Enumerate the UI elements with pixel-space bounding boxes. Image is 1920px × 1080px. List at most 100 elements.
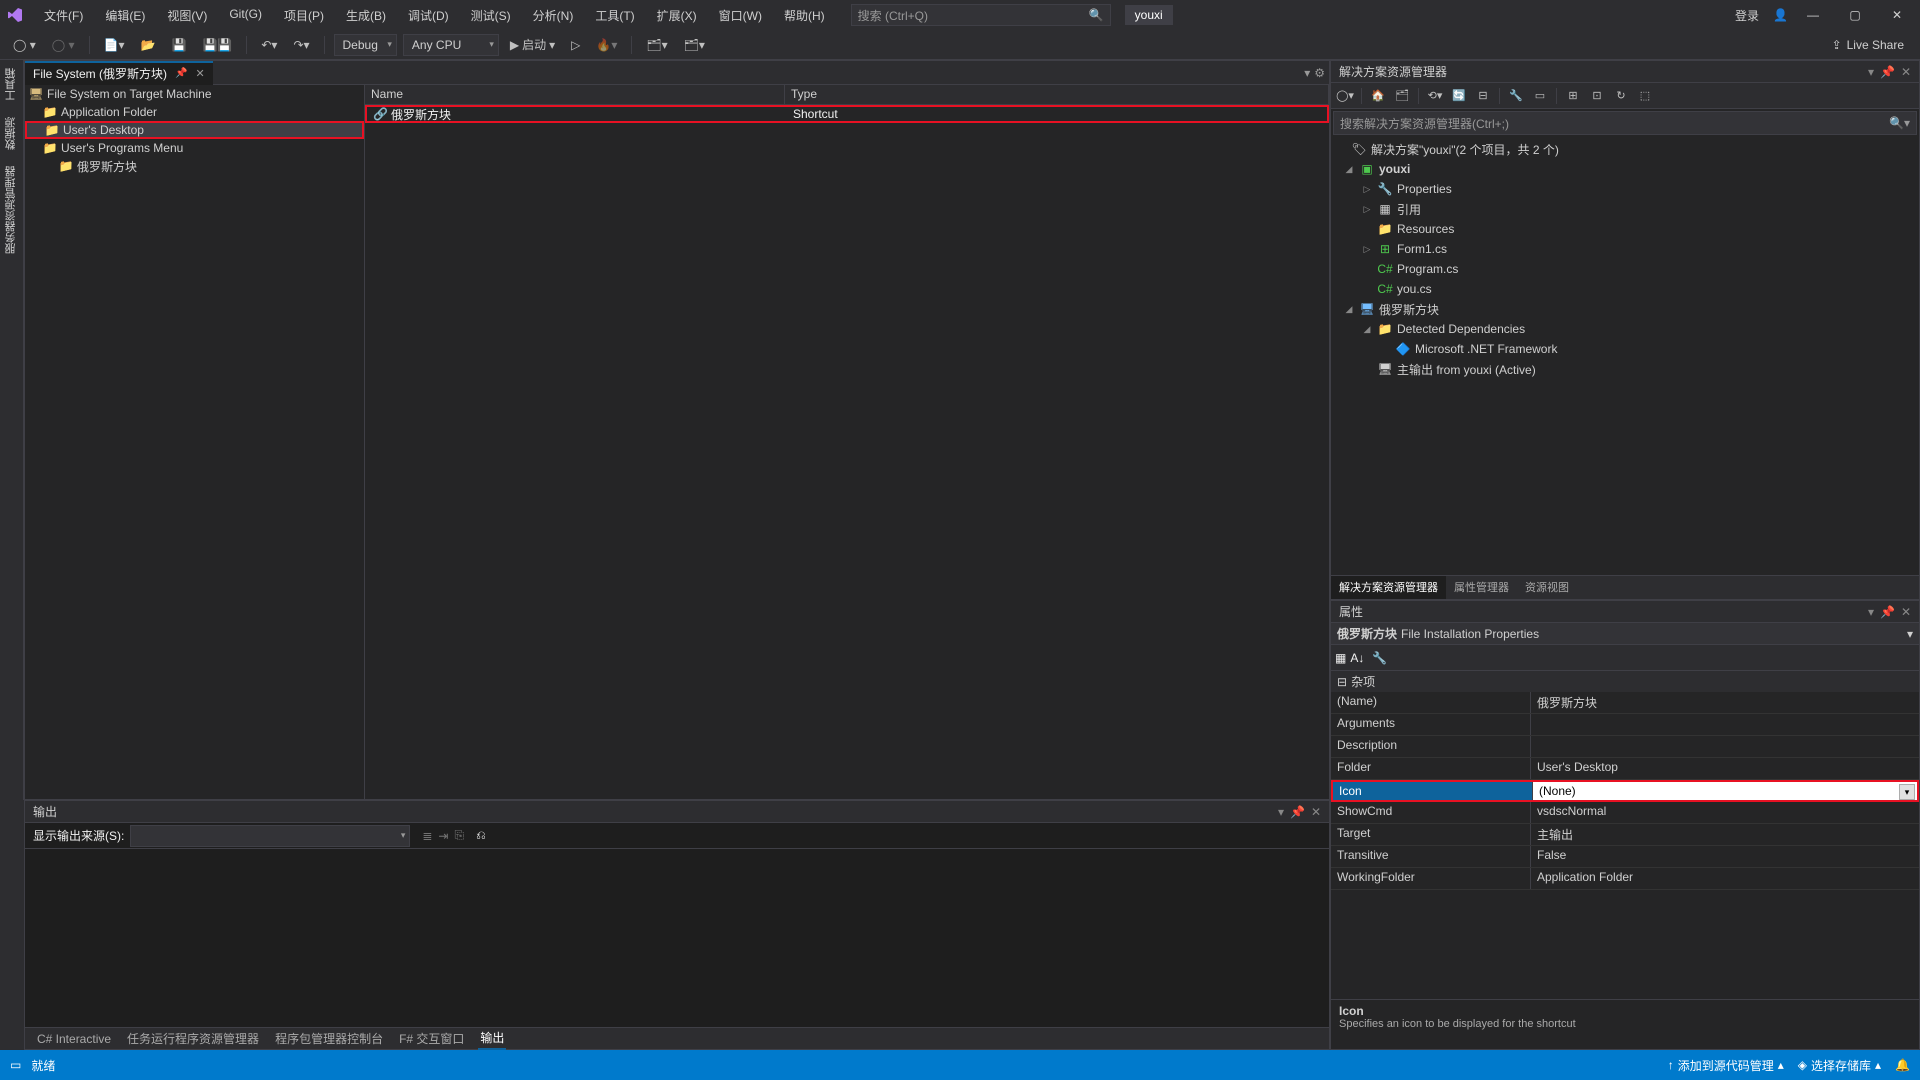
undo-button[interactable]: ↶▾ (256, 35, 282, 55)
prop-value[interactable] (1531, 736, 1919, 757)
menu-help[interactable]: 帮助(H) (776, 3, 833, 28)
nav-back-button[interactable]: ◯ ▾ (8, 35, 41, 55)
liveshare-button[interactable]: ⇪ Live Share (1832, 38, 1920, 52)
col-type[interactable]: Type (785, 85, 1329, 104)
solexp-search[interactable]: 搜索解决方案资源管理器(Ctrl+;) 🔍▾ (1333, 111, 1917, 135)
menu-view[interactable]: 视图(V) (159, 3, 215, 28)
properties-icon[interactable]: ⊡ (1587, 86, 1607, 106)
viewclass-icon[interactable]: ⬚ (1635, 86, 1655, 106)
btab-csi[interactable]: C# Interactive (35, 1030, 113, 1048)
tree-root[interactable]: 🖥 File System on Target Machine (25, 85, 364, 103)
fs-ed-button[interactable]: 🗂▾ (641, 35, 672, 55)
node-properties[interactable]: ▷🔧Properties (1331, 179, 1919, 199)
output-clear-button[interactable]: ≣ (422, 829, 432, 843)
vtab-toolbox[interactable]: 工具箱 (0, 60, 22, 109)
maximize-icon[interactable]: ▢ (1838, 2, 1872, 28)
node-resources[interactable]: 📁Resources (1331, 219, 1919, 239)
prop-value[interactable]: User's Desktop (1531, 758, 1919, 779)
output-body[interactable] (25, 849, 1329, 1027)
panel-pin-icon[interactable]: 📌 (1880, 605, 1895, 619)
showall-icon[interactable]: ⊞ (1563, 86, 1583, 106)
prop-value[interactable]: Application Folder (1531, 868, 1919, 889)
home-icon[interactable]: 🏠 (1368, 86, 1388, 106)
switchview-icon[interactable]: 🗂 (1392, 86, 1412, 106)
output-wrap-button[interactable]: ⇥ (438, 829, 448, 843)
menu-git[interactable]: Git(G) (221, 3, 270, 28)
menu-project[interactable]: 项目(P) (276, 3, 332, 28)
panel-pin-icon[interactable]: 📌 (1880, 65, 1895, 79)
node-program[interactable]: C#Program.cs (1331, 259, 1919, 279)
setab-propmgr[interactable]: 属性管理器 (1446, 576, 1517, 599)
redo-button[interactable]: ↷▾ (288, 35, 314, 55)
menu-file[interactable]: 文件(F) (36, 3, 91, 28)
node-you[interactable]: C#you.cs (1331, 279, 1919, 299)
props-object-selector[interactable]: 俄罗斯方块 File Installation Properties ▾ (1331, 623, 1919, 645)
close-icon[interactable]: ✕ (1880, 2, 1914, 28)
prop-value[interactable]: 主输出 (1531, 824, 1919, 845)
output-ext-button[interactable]: ⎌ (476, 828, 486, 843)
save-all-button[interactable]: 💾💾 (197, 35, 237, 55)
save-button[interactable]: 💾 (167, 35, 192, 55)
panel-close-icon[interactable]: ✕ (1901, 605, 1911, 619)
status-select-repo[interactable]: ◈选择存储库 ▴ (1798, 1057, 1881, 1074)
tree-users-programs-menu[interactable]: 📁 User's Programs Menu (25, 139, 364, 157)
node-dotnet[interactable]: 🔷Microsoft .NET Framework (1331, 339, 1919, 359)
nav-forward-button[interactable]: ◯ ▾ (47, 35, 80, 55)
project-tetris[interactable]: ◢🖥俄罗斯方块 (1331, 299, 1919, 319)
panel-dropdown-icon[interactable]: ▾ (1868, 605, 1874, 619)
prop-folder[interactable]: FolderUser's Desktop (1331, 758, 1919, 780)
output-goto-button[interactable]: ⎘ (454, 828, 464, 843)
panel-close-icon[interactable]: ✕ (1311, 805, 1321, 819)
btab-pmc[interactable]: 程序包管理器控制台 (273, 1028, 385, 1049)
panel-dropdown-icon[interactable]: ▾ (1868, 65, 1874, 79)
panel-dropdown-icon[interactable]: ▾ (1278, 805, 1284, 819)
wrench-icon[interactable]: 🔧 (1506, 86, 1526, 106)
btab-fsi[interactable]: F# 交互窗口 (397, 1028, 466, 1049)
menu-debug[interactable]: 调试(D) (400, 3, 457, 28)
prop-icon[interactable]: Icon(None)▾ (1331, 780, 1919, 802)
pin-icon[interactable]: 📌 (175, 68, 187, 79)
open-file-button[interactable]: 📂 (136, 35, 161, 55)
pending-icon[interactable]: ⟲▾ (1425, 86, 1445, 106)
login-button[interactable]: 登录 (1729, 3, 1765, 28)
prop-description[interactable]: Description (1331, 736, 1919, 758)
vtab-serverexplorer[interactable]: 服务器资源管理器 (0, 158, 22, 262)
start-debug-button[interactable]: ▶ 启动 ▾ (505, 33, 560, 56)
prop-value[interactable]: vsdscNormal (1531, 802, 1919, 823)
menu-test[interactable]: 测试(S) (463, 3, 519, 28)
preview-icon[interactable]: ▭ (1530, 86, 1550, 106)
setab-resview[interactable]: 资源视图 (1517, 576, 1577, 599)
reg-ed-button[interactable]: 🗂▾ (679, 35, 710, 55)
prop-value[interactable] (1531, 714, 1919, 735)
solution-node[interactable]: 🏷 解决方案"youxi"(2 个项目，共 2 个) (1331, 139, 1919, 159)
tab-overflow-icon[interactable]: ▾ (1304, 66, 1310, 80)
menu-edit[interactable]: 编辑(E) (97, 3, 153, 28)
node-references[interactable]: ▷▦引用 (1331, 199, 1919, 219)
doc-tab-filesystem[interactable]: File System (俄罗斯方块) 📌 ✕ (25, 61, 213, 85)
alphabetical-icon[interactable]: A↓ (1350, 651, 1364, 665)
prop-transitive[interactable]: TransitiveFalse (1331, 846, 1919, 868)
list-row-shortcut[interactable]: 🔗 俄罗斯方块 Shortcut (365, 105, 1329, 123)
btab-taskrunner[interactable]: 任务运行程序资源管理器 (125, 1028, 261, 1049)
tab-close-icon[interactable]: ✕ (195, 67, 204, 80)
project-youxi[interactable]: ◢▣ youxi (1331, 159, 1919, 179)
status-notifications[interactable]: 🔔 (1895, 1058, 1910, 1072)
menu-window[interactable]: 窗口(W) (711, 3, 770, 28)
prop-target[interactable]: Target主输出 (1331, 824, 1919, 846)
menu-build[interactable]: 生成(B) (338, 3, 394, 28)
user-icon[interactable]: 👤 (1773, 8, 1788, 22)
output-source-dropdown[interactable] (130, 825, 410, 847)
back-icon[interactable]: ◯▾ (1335, 86, 1355, 106)
tree-tetris[interactable]: 📁 俄罗斯方块 (25, 157, 364, 175)
tree-users-desktop[interactable]: 📁 User's Desktop (25, 121, 364, 139)
btab-output[interactable]: 输出 (478, 1027, 506, 1050)
sync-icon[interactable]: 🔄 (1449, 86, 1469, 106)
panel-pin-icon[interactable]: 📌 (1290, 805, 1305, 819)
setab-solexp[interactable]: 解决方案资源管理器 (1331, 576, 1446, 599)
props-category[interactable]: ⊟杂项 (1331, 671, 1919, 692)
tree-application-folder[interactable]: 📁 Application Folder (25, 103, 364, 121)
categorized-icon[interactable]: ▦ (1335, 651, 1346, 665)
vtab-datasources[interactable]: 数据源 (0, 109, 22, 158)
platform-dropdown[interactable]: Any CPU (403, 34, 499, 56)
dropdown-button[interactable]: ▾ (1899, 784, 1915, 800)
